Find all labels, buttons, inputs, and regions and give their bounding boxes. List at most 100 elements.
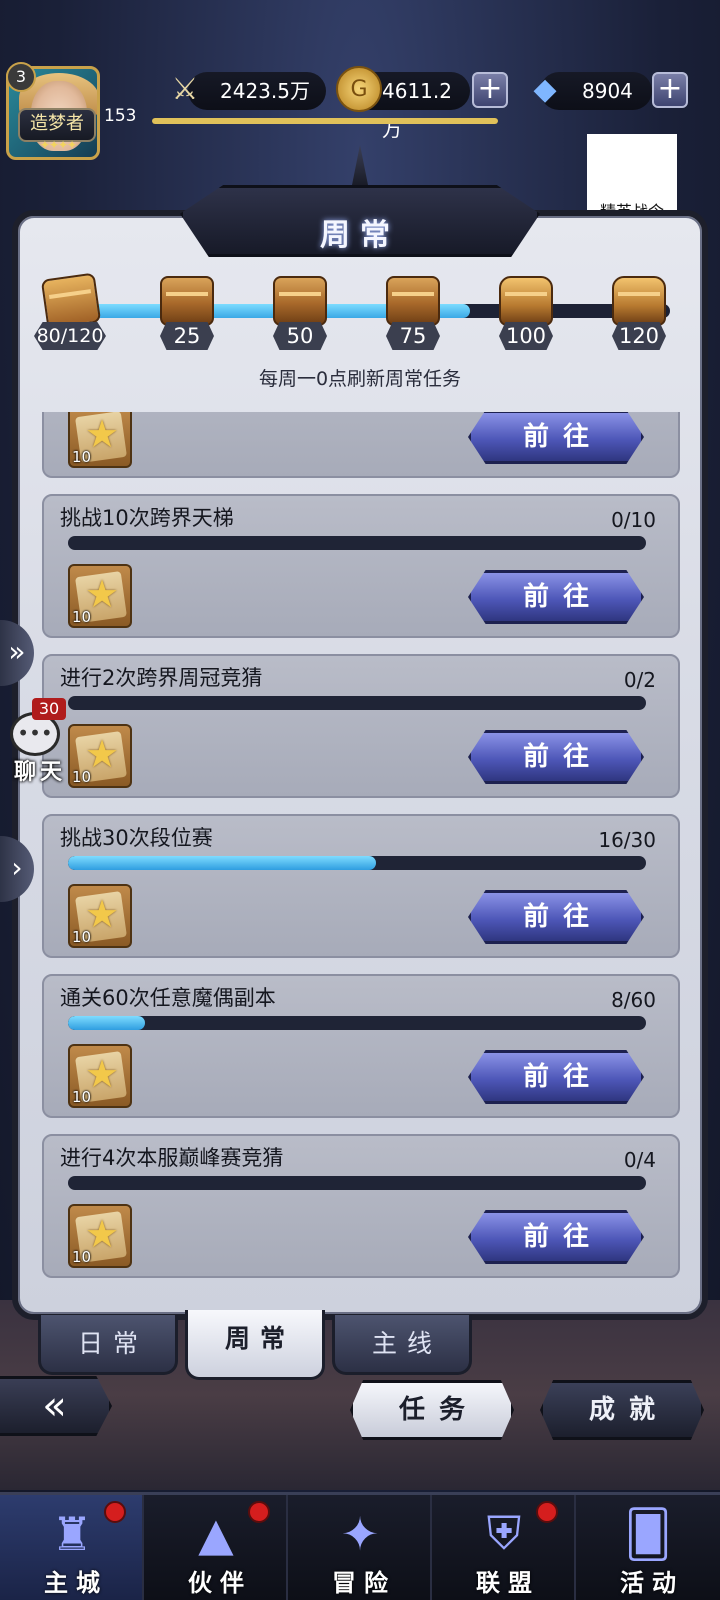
nav-alliance[interactable]: ⛨ 联盟 [432,1495,576,1600]
go-button[interactable]: 前往 [468,412,644,464]
milestone-chest-75-icon[interactable] [386,276,440,326]
reward-item[interactable]: ★ 10 [68,1044,132,1108]
nav-events[interactable]: 🂠 活动 [576,1495,720,1600]
task-title: 通关60次任意魔偶副本 [60,986,276,1010]
task-progress-fill [68,1016,145,1030]
gold-coin-icon: G [336,66,382,112]
milestone-chest-120-icon[interactable] [612,276,666,326]
add-diamond-button[interactable]: + [652,72,688,108]
chat-label: 聊天 [13,760,66,785]
task-count: 0/4 [623,1148,656,1172]
vip-level-badge: 3 [6,62,36,92]
task-progress-bar [68,856,646,870]
notification-dot [104,1501,126,1523]
go-button[interactable]: 前往 [468,730,644,784]
task-title: 进行2次跨界周冠竞猜 [60,666,263,690]
task-title: 进行4次本服巅峰赛竞猜 [60,1146,284,1170]
nav-label: 联盟 [476,1569,540,1597]
milestone-chest-100-icon[interactable] [499,276,553,326]
tab-daily[interactable]: 日常 [38,1315,178,1375]
task-progress-bar [68,696,646,710]
task-card: 进行4次本服巅峰赛竞猜 0/4 ★ 10 前往 [42,1134,680,1278]
nav-label: 主城 [44,1569,108,1597]
task-title: 挑战10次跨界天梯 [60,506,234,530]
title-stars: ✦✦✦✦ [39,138,77,152]
task-title: 挑战30次段位赛 [60,826,213,850]
milestone-label: 75 [386,322,440,350]
nav-partners[interactable]: ▲ 伙伴 [144,1495,288,1600]
nav-label: 活动 [620,1569,684,1597]
go-button[interactable]: 前往 [468,570,644,624]
diamond-icon: ◆ [533,71,557,107]
weekly-progress-track: 80/120 25 50 75 100 120 每周一0点刷新周常任务 [30,270,690,400]
task-card: 挑战10次跨界天梯 0/10 ★ 10 前往 [42,494,680,638]
experience-bar [152,118,498,124]
reward-item[interactable]: ★ 10 [68,564,132,628]
milestone-label: 25 [160,322,214,350]
task-list[interactable]: ★ 10 前往 挑战10次跨界天梯 0/10 ★ 10 前往 进行2次跨界周冠竞… [30,412,690,1298]
compass-icon: ✦ [340,1507,380,1561]
weekly-progress-label: 80/120 [34,322,106,350]
go-button[interactable]: 前往 [468,890,644,944]
power-value: 2423.5万 [220,79,310,103]
back-button[interactable]: « [0,1376,112,1436]
panel-title: 周常 [320,218,400,253]
bottom-navigation: ♜ 主城 ▲ 伙伴 ✦ 冒险 ⛨ 联盟 🂠 活动 [0,1492,720,1600]
nav-label: 冒险 [332,1569,396,1597]
experience-bar-fill [152,118,498,124]
power-display: 2423.5万 [188,72,326,110]
chat-unread-badge: 30 [32,698,66,720]
task-card: 通关60次任意魔偶副本 8/60 ★ 10 前往 [42,974,680,1118]
diamond-value: 8904 [582,79,633,103]
reward-quantity: 10 [72,608,92,626]
nav-label: 伙伴 [188,1569,252,1597]
reward-quantity: 10 [72,448,92,466]
notification-dot [248,1501,270,1523]
shield-crest-icon: ⛨ [486,1506,522,1560]
task-progress-bar [68,536,646,550]
refresh-note: 每周一0点刷新周常任务 [258,368,462,390]
tab-main-quest[interactable]: 主线 [332,1315,472,1375]
double-chevron-right-icon: » [8,635,26,668]
player-level: 153 [104,106,137,126]
nav-main-city[interactable]: ♜ 主城 [0,1495,144,1600]
achievements-button[interactable]: 成就 [540,1380,704,1440]
task-count: 0/10 [611,508,656,532]
tasks-button[interactable]: 任务 [350,1380,514,1440]
milestone-label: 120 [612,322,666,350]
task-card: 挑战30次段位赛 16/30 ★ 10 前往 [42,814,680,958]
milestone-label: 100 [499,322,553,350]
reward-item[interactable]: ★ 10 [68,884,132,948]
witch-hat-icon: ▲ [198,1507,234,1561]
sword-icon: ⚔ [171,71,199,107]
milestone-chest-50-icon[interactable] [273,276,327,326]
task-card: ★ 10 前往 [42,412,680,478]
reward-item[interactable]: ★ 10 [68,412,132,468]
chat-widget[interactable]: ••• 30 聊天 [4,698,68,785]
task-progress-bar [68,1176,646,1190]
top-bar: 3 153 2423.5万 ⚔ 4611.2万 G + 8904 ◆ + [0,60,720,160]
cards-icon: 🂠 [624,1507,672,1561]
task-count: 16/30 [598,828,656,852]
current-progress-chest-icon [40,272,102,330]
reward-quantity: 10 [72,1248,92,1266]
gold-value: 4611.2万 [382,79,452,141]
reward-item[interactable]: ★ 10 [68,724,132,788]
reward-item[interactable]: ★ 10 [68,1204,132,1268]
notification-dot [536,1501,558,1523]
reward-quantity: 10 [72,928,92,946]
player-title-badge[interactable]: 造梦者 [18,108,96,142]
go-button[interactable]: 前往 [468,1050,644,1104]
go-button[interactable]: 前往 [468,1210,644,1264]
task-progress-fill [68,856,377,870]
chevron-right-icon: › [11,851,23,884]
task-card: 进行2次跨界周冠竞猜 0/2 ★ 10 前往 [42,654,680,798]
back-arrow-icon: « [42,1383,67,1429]
nav-adventure[interactable]: ✦ 冒险 [288,1495,432,1600]
add-gold-button[interactable]: + [472,72,508,108]
task-count: 8/60 [611,988,656,1012]
castle-icon: ♜ [51,1507,93,1561]
tab-weekly[interactable]: 周常 [185,1310,325,1380]
task-progress-bar [68,1016,646,1030]
milestone-chest-25-icon[interactable] [160,276,214,326]
